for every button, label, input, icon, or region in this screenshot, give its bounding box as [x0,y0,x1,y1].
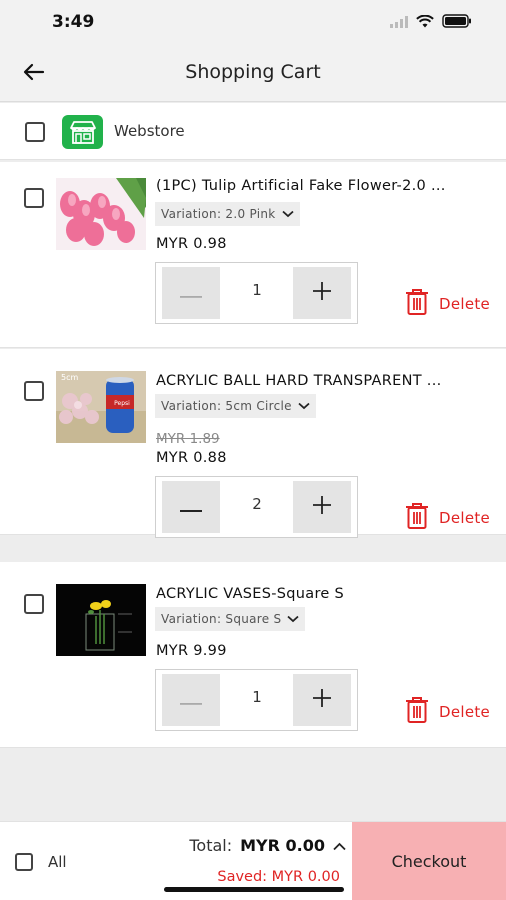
store-checkbox[interactable] [25,122,45,142]
delete-label: Delete [439,703,491,721]
total-summary[interactable]: Total: MYR 0.00 [189,836,346,855]
variation-selector[interactable]: Variation: 5cm Circle [155,394,316,418]
quantity-value[interactable]: 2 [220,495,294,513]
checkout-button[interactable]: Checkout [352,822,506,900]
plus-icon [312,281,332,305]
status-bar: 3:49 [0,0,506,44]
quantity-value[interactable]: 1 [220,281,294,299]
decrease-button[interactable] [162,481,220,533]
variation-label: Variation: 5cm Circle [161,399,292,413]
select-all-label[interactable]: All [48,853,67,871]
item-name[interactable]: (1PC) Tulip Artificial Fake Flower-2.0 .… [156,178,491,194]
delete-button[interactable]: Delete [404,288,490,320]
svg-text:Pepsi: Pepsi [114,400,130,407]
status-time: 3:49 [52,12,95,32]
item-name[interactable]: ACRYLIC BALL HARD TRANSPARENT ... [156,373,491,389]
increase-button[interactable] [293,267,351,319]
thumb-label: 5cm [61,373,79,382]
quantity-stepper: 1 [155,669,358,731]
variation-selector[interactable]: Variation: Square S [155,607,306,631]
page-title: Shopping Cart [185,61,321,83]
store-icon [62,115,103,149]
store-row: Webstore [0,103,506,160]
item-price: MYR 0.98 [156,236,227,252]
quantity-value[interactable]: 1 [220,688,294,706]
original-price: MYR 1.89 [156,431,220,447]
total-value: MYR 0.00 [240,836,325,855]
decrease-button[interactable] [162,674,220,726]
trash-icon [404,696,430,728]
variation-selector[interactable]: Variation: 2.0 Pink [155,202,300,226]
total-label: Total: [189,836,233,855]
item-price: MYR 9.99 [156,643,227,659]
item-checkbox[interactable] [24,188,44,208]
chevron-up-icon [333,836,346,855]
quantity-stepper: 1 [155,262,358,324]
increase-button[interactable] [293,674,351,726]
product-image [56,178,146,250]
delete-button[interactable]: Delete [404,696,490,728]
quantity-stepper: 2 [155,476,358,538]
home-indicator [164,887,344,892]
minus-icon [180,284,202,303]
cart-item: (1PC) Tulip Artificial Fake Flower-2.0 .… [0,162,506,348]
cart-item: Pepsi 5cm ACRYLIC BALL HARD TRANSPARENT … [0,349,506,538]
delete-label: Delete [439,509,491,527]
trash-icon [404,288,430,320]
store-name: Webstore [114,122,185,140]
battery-icon [442,13,472,32]
product-image: Pepsi 5cm [56,371,146,443]
product-image [56,584,146,656]
minus-icon [180,498,202,517]
chevron-down-icon [298,399,310,413]
variation-label: Variation: Square S [161,612,282,626]
signal-icon [390,13,408,32]
item-price: MYR 0.88 [156,450,227,466]
checkout-label: Checkout [391,852,467,871]
variation-label: Variation: 2.0 Pink [161,207,276,221]
increase-button[interactable] [293,481,351,533]
select-all-checkbox[interactable] [15,853,33,871]
chevron-down-icon [287,612,300,626]
plus-icon [312,495,332,519]
plus-icon [312,688,332,712]
item-checkbox[interactable] [24,381,44,401]
cart-item: ACRYLIC VASES-Square S Variation: Square… [0,562,506,748]
chevron-down-icon [281,207,294,221]
header: Shopping Cart [0,44,506,102]
wifi-icon [416,13,434,32]
saved-amount: Saved: MYR 0.00 [217,869,340,885]
delete-button[interactable]: Delete [404,502,490,534]
decrease-button[interactable] [162,267,220,319]
item-name[interactable]: ACRYLIC VASES-Square S [156,586,491,602]
trash-icon [404,502,430,534]
item-checkbox[interactable] [24,594,44,614]
status-icons [390,13,472,32]
delete-label: Delete [439,295,491,313]
minus-icon [180,691,202,710]
